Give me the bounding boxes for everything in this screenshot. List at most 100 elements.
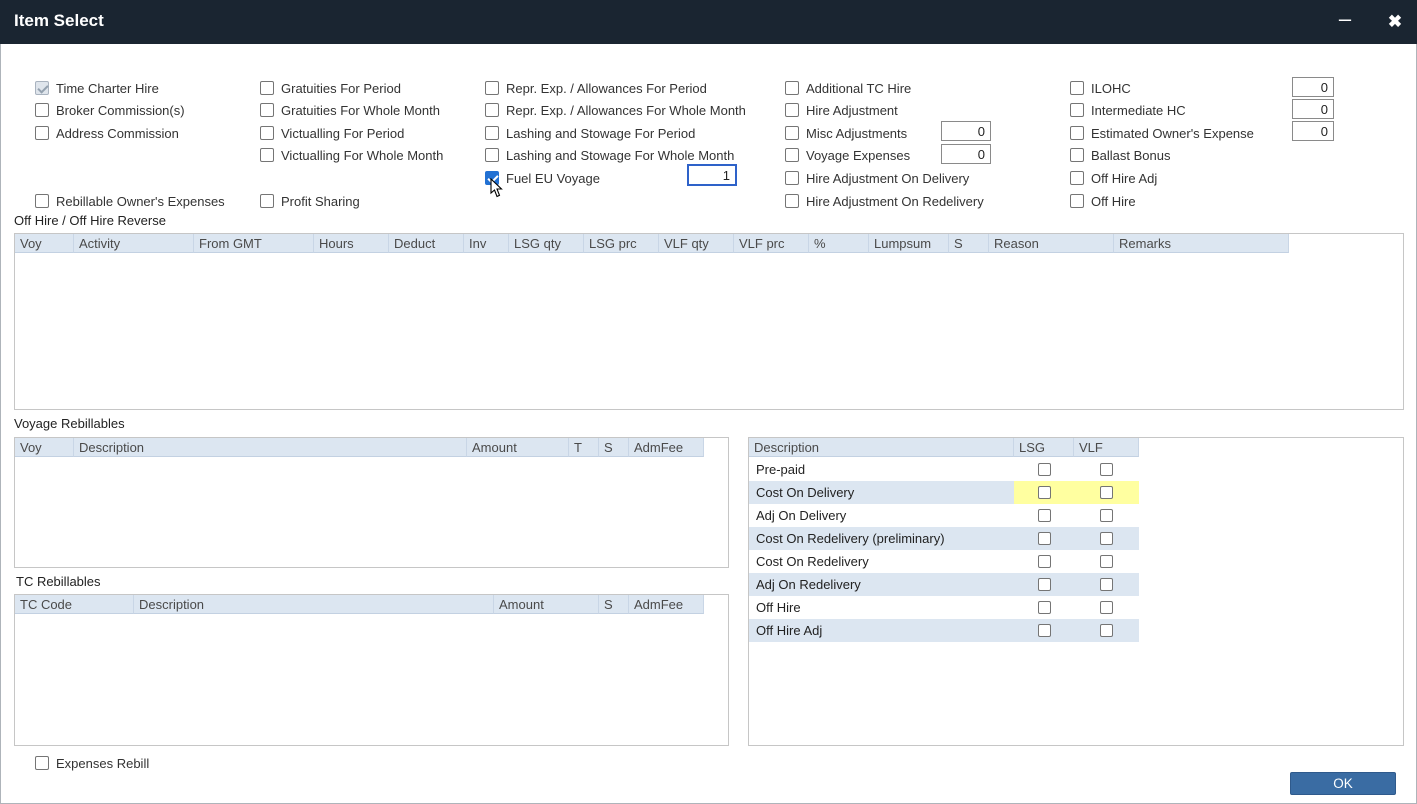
column-header-vlf[interactable]: VLF [1074, 438, 1139, 457]
column-header-t[interactable]: T [569, 438, 599, 457]
lsg-checkbox[interactable] [1038, 555, 1051, 568]
checkbox-lashing-and-stowage-for-whole-month[interactable]: Lashing and Stowage For Whole Month [485, 147, 734, 163]
vlf-checkbox[interactable] [1100, 601, 1113, 614]
checkbox-box [485, 103, 499, 117]
column-header-hours[interactable]: Hours [314, 234, 389, 253]
lsg-checkbox[interactable] [1038, 509, 1051, 522]
column-header-amount[interactable]: Amount [467, 438, 569, 457]
vlf-checkbox[interactable] [1100, 624, 1113, 637]
vlf-checkbox[interactable] [1100, 509, 1113, 522]
fuel-eu-voyage-input[interactable] [687, 164, 737, 186]
row-label: Off Hire Adj [749, 623, 1014, 638]
checkbox-intermediate-hc[interactable]: Intermediate HC [1070, 102, 1186, 118]
column-header-description[interactable]: Description [749, 438, 1014, 457]
estimated-owners-expense-value-input[interactable] [1292, 121, 1334, 141]
lsg-checkbox[interactable] [1038, 624, 1051, 637]
checkbox-profit-sharing[interactable]: Profit Sharing [260, 193, 360, 209]
checkbox-off-hire-adj[interactable]: Off Hire Adj [1070, 170, 1157, 186]
lsg-checkbox[interactable] [1038, 486, 1051, 499]
column-header-s[interactable]: S [949, 234, 989, 253]
lsg-checkbox[interactable] [1038, 601, 1051, 614]
cost-matrix-row-adj-on-redelivery: Adj On Redelivery [749, 573, 1139, 596]
column-header-admfee[interactable]: AdmFee [629, 595, 704, 614]
column-header-admfee[interactable]: AdmFee [629, 438, 704, 457]
vlf-checkbox[interactable] [1100, 578, 1113, 591]
vlf-checkbox[interactable] [1100, 486, 1113, 499]
column-header-reason[interactable]: Reason [989, 234, 1114, 253]
vlf-checkbox[interactable] [1100, 463, 1113, 476]
ok-button[interactable]: OK [1290, 772, 1396, 795]
checkbox-repr-exp-allowances-for-whole-month[interactable]: Repr. Exp. / Allowances For Whole Month [485, 102, 746, 118]
column-header-amount[interactable]: Amount [494, 595, 599, 614]
mouse-cursor [490, 178, 504, 198]
checkbox-lashing-and-stowage-for-period[interactable]: Lashing and Stowage For Period [485, 125, 695, 141]
checkbox-ilohc[interactable]: ILOHC [1070, 80, 1131, 96]
checkbox-rebillable-owners-expenses[interactable]: Rebillable Owner's Expenses [35, 193, 225, 209]
column-header-voy[interactable]: Voy [15, 234, 74, 253]
checkbox-gratuities-for-period[interactable]: Gratuities For Period [260, 80, 401, 96]
checkbox-additional-tc-hire[interactable]: Additional TC Hire [785, 80, 911, 96]
column-header-tc-code[interactable]: TC Code [15, 595, 134, 614]
checkbox-voyage-expenses[interactable]: Voyage Expenses [785, 147, 910, 163]
column-header-remarks[interactable]: Remarks [1114, 234, 1289, 253]
column-header-from-gmt[interactable]: From GMT [194, 234, 314, 253]
misc-adjustments-input[interactable] [941, 121, 991, 141]
column-header-lumpsum[interactable]: Lumpsum [869, 234, 949, 253]
column-header-vlf-qty[interactable]: VLF qty [659, 234, 734, 253]
row-label: Cost On Redelivery (preliminary) [749, 531, 1014, 546]
checkbox-gratuities-for-whole-month[interactable]: Gratuities For Whole Month [260, 102, 440, 118]
minimize-button[interactable]: – [1328, 8, 1362, 36]
column-header-lsg-prc[interactable]: LSG prc [584, 234, 659, 253]
checkbox-estimated-owners-expense[interactable]: Estimated Owner's Expense [1070, 125, 1254, 141]
ilohc-value-input[interactable] [1292, 77, 1334, 97]
vlf-checkbox[interactable] [1100, 532, 1113, 545]
checkbox-box [1070, 148, 1084, 162]
column-header-voy[interactable]: Voy [15, 438, 74, 457]
voyage-rebillables-table-header: Voy Description Amount T S AdmFee [15, 438, 728, 457]
checkbox-victualling-for-whole-month[interactable]: Victualling For Whole Month [260, 147, 443, 163]
checkbox-repr-exp-allowances-for-period[interactable]: Repr. Exp. / Allowances For Period [485, 80, 707, 96]
lsg-checkbox[interactable] [1038, 463, 1051, 476]
checkbox-hire-adjustment[interactable]: Hire Adjustment [785, 102, 898, 118]
column-header-lsg[interactable]: LSG [1014, 438, 1074, 457]
checkbox-box [260, 194, 274, 208]
lsg-checkbox[interactable] [1038, 578, 1051, 591]
cost-matrix-row-off-hire: Off Hire [749, 596, 1139, 619]
column-header-s[interactable]: S [599, 595, 629, 614]
section-title-tc-rebillables: TC Rebillables [16, 574, 101, 589]
column-header-deduct[interactable]: Deduct [389, 234, 464, 253]
row-label: Off Hire [749, 600, 1014, 615]
checkbox-time-charter-hire[interactable]: Time Charter Hire [35, 80, 159, 96]
checkbox-box [35, 194, 49, 208]
checkbox-address-commission[interactable]: Address Commission [35, 125, 179, 141]
cost-matrix-row-cost-on-delivery: Cost On Delivery [749, 481, 1139, 504]
column-header-activity[interactable]: Activity [74, 234, 194, 253]
cost-matrix-table-header: Description LSG VLF [749, 438, 1403, 457]
lsg-checkbox[interactable] [1038, 532, 1051, 545]
column-header-lsg-qty[interactable]: LSG qty [509, 234, 584, 253]
close-button[interactable]: ✖ [1378, 8, 1412, 36]
checkbox-off-hire[interactable]: Off Hire [1070, 193, 1136, 209]
checkbox-misc-adjustments[interactable]: Misc Adjustments [785, 125, 907, 141]
checkbox-hire-adjustment-on-redelivery[interactable]: Hire Adjustment On Redelivery [785, 193, 984, 209]
column-header-description[interactable]: Description [74, 438, 467, 457]
checkbox-victualling-for-period[interactable]: Victualling For Period [260, 125, 404, 141]
checkbox-broker-commissions[interactable]: Broker Commission(s) [35, 102, 185, 118]
column-header-vlf-prc[interactable]: VLF prc [734, 234, 809, 253]
title-bar: Item Select – ✖ [0, 0, 1417, 44]
column-header-inv[interactable]: Inv [464, 234, 509, 253]
checkbox-hire-adjustment-on-delivery[interactable]: Hire Adjustment On Delivery [785, 170, 969, 186]
checkbox-box [785, 126, 799, 140]
column-header-description[interactable]: Description [134, 595, 494, 614]
intermediate-hc-value-input[interactable] [1292, 99, 1334, 119]
checkbox-box [260, 148, 274, 162]
checkbox-ballast-bonus[interactable]: Ballast Bonus [1070, 147, 1171, 163]
checkbox-expenses-rebill[interactable]: Expenses Rebill [35, 755, 149, 771]
vlf-checkbox[interactable] [1100, 555, 1113, 568]
cost-matrix-row-adj-on-delivery: Adj On Delivery [749, 504, 1139, 527]
column-header-s[interactable]: S [599, 438, 629, 457]
checkbox-box [260, 81, 274, 95]
checkbox-box [785, 81, 799, 95]
column-header-percent[interactable]: % [809, 234, 869, 253]
voyage-expenses-input[interactable] [941, 144, 991, 164]
